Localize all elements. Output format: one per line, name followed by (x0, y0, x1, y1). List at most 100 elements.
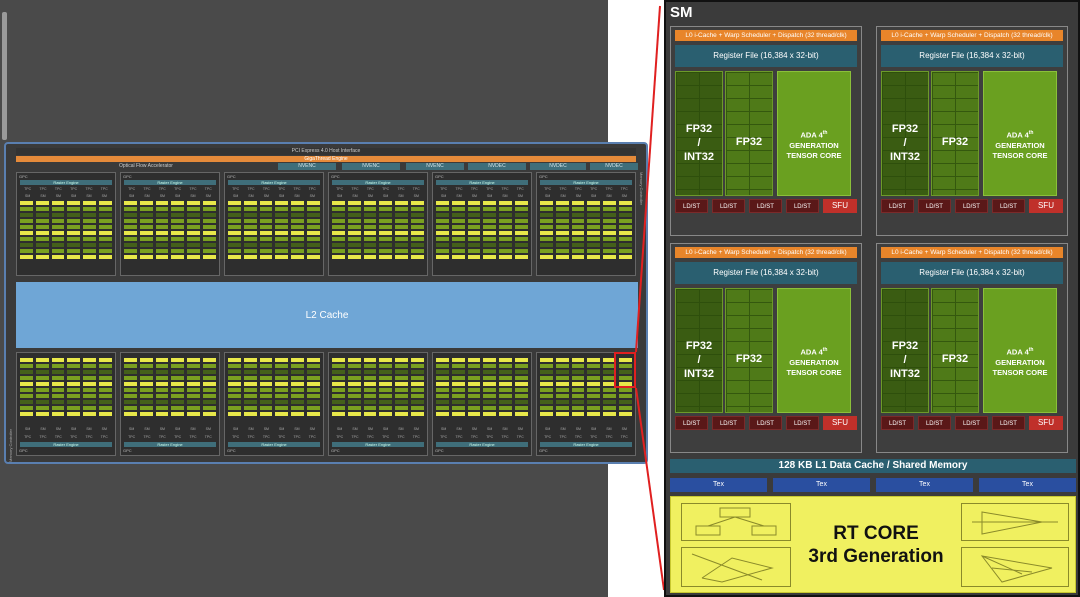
fp32-int32-label: FP32 / INT32 (676, 122, 722, 164)
ldst-unit: LD/ST (785, 416, 819, 430)
ldst-row: LD/ST LD/ST LD/ST LD/ST SFU (881, 199, 1064, 213)
fp32-unit: FP32 (931, 288, 979, 413)
tensor-core-label: ADA 4th GENERATION TENSOR CORE (984, 128, 1056, 161)
fp32-int32-unit: FP32 / INT32 (881, 71, 929, 196)
fp32-text: FP32 (685, 340, 713, 352)
core-grid (726, 72, 772, 195)
ldst-row: LD/ST LD/ST LD/ST LD/ST SFU (675, 199, 858, 213)
fp32-int32-unit: FP32 / INT32 (675, 288, 723, 413)
tensor-core: ADA 4th GENERATION TENSOR CORE (777, 288, 851, 413)
tex-unit: Tex (876, 478, 973, 492)
slash-text: / (903, 137, 907, 149)
sfu-unit: SFU (822, 416, 858, 430)
warp-scheduler: L0 i-Cache + Warp Scheduler + Dispatch (… (881, 30, 1063, 41)
tensor-gen-text: ADA 4 (800, 130, 823, 140)
tensor-gen-sup: th (1028, 347, 1034, 353)
fp32-int32-label: FP32 / INT32 (882, 339, 928, 381)
tensor-core: ADA 4th GENERATION TENSOR CORE (777, 71, 851, 196)
int32-text: INT32 (890, 368, 920, 380)
tensor-gen-text: ADA 4 (800, 347, 823, 357)
ldst-unit: LD/ST (675, 416, 708, 430)
int32-text: INT32 (684, 151, 714, 163)
tensor-core-text: TENSOR CORE (786, 367, 842, 377)
ldst-row: LD/ST LD/ST LD/ST LD/ST SFU (675, 416, 858, 430)
warp-scheduler: L0 i-Cache + Warp Scheduler + Dispatch (… (881, 247, 1063, 258)
zoom-line-top (635, 5, 661, 353)
rt-core: RT CORE 3rd Generation (670, 496, 1076, 593)
fp32-unit: FP32 (725, 71, 773, 196)
tensor-core-label: ADA 4th GENERATION TENSOR CORE (778, 128, 850, 161)
ldst-unit: LD/ST (675, 199, 708, 213)
tensor-core-label: ADA 4th GENERATION TENSOR CORE (984, 345, 1056, 378)
register-file: Register File (16,384 x 32-bit) (675, 45, 857, 67)
fp32-label: FP32 (735, 136, 763, 148)
tex-unit: Tex (979, 478, 1076, 492)
l1-cache: 128 KB L1 Data Cache / Shared Memory (670, 459, 1076, 473)
fp32-label: FP32 (941, 136, 969, 148)
rt-core-generation: 3rd Generation (808, 546, 944, 567)
tex-row: Tex Tex Tex Tex (670, 478, 1076, 492)
sm-partition: L0 i-Cache + Warp Scheduler + Dispatch (… (876, 243, 1068, 453)
tensor-gen-sup: th (1028, 130, 1034, 136)
rt-core-label: RT CORE 3rd Generation (791, 522, 961, 568)
ldst-unit: LD/ST (711, 416, 745, 430)
ldst-unit: LD/ST (881, 416, 914, 430)
tex-unit: Tex (773, 478, 870, 492)
tensor-gen-text: ADA 4 (1006, 347, 1029, 357)
sm-title: SM (670, 4, 693, 21)
core-grid (932, 289, 978, 412)
bvh-tree-icon (681, 503, 791, 541)
tensor-core-text: TENSOR CORE (786, 150, 842, 160)
sfu-unit: SFU (822, 199, 858, 213)
rt-core-title: RT CORE (833, 523, 919, 544)
slash-text: / (697, 137, 701, 149)
ldst-unit: LD/ST (711, 199, 745, 213)
tensor-gen-sup: th (822, 130, 828, 136)
ray-triangle-icon (681, 547, 791, 587)
fp32-label: FP32 (941, 353, 969, 365)
fp32-unit: FP32 (931, 71, 979, 196)
sm-detail: SM L0 i-Cache + Warp Scheduler + Dispatc… (664, 0, 1080, 597)
register-file: Register File (16,384 x 32-bit) (881, 262, 1063, 284)
sm-partition: L0 i-Cache + Warp Scheduler + Dispatch (… (670, 243, 862, 453)
ldst-unit: LD/ST (991, 416, 1025, 430)
fp32-text: FP32 (891, 123, 919, 135)
ldst-unit: LD/ST (954, 416, 988, 430)
tensor-core-label: ADA 4th GENERATION TENSOR CORE (778, 345, 850, 378)
triangle-intersection-icon (961, 547, 1069, 587)
ldst-unit: LD/ST (785, 199, 819, 213)
sm-partition: L0 i-Cache + Warp Scheduler + Dispatch (… (876, 26, 1068, 236)
ldst-unit: LD/ST (917, 416, 951, 430)
ldst-unit: LD/ST (881, 199, 914, 213)
fp32-text: FP32 (891, 340, 919, 352)
fp32-text: FP32 (685, 123, 713, 135)
fp32-label: FP32 (735, 353, 763, 365)
fp32-unit: FP32 (725, 288, 773, 413)
tensor-core: ADA 4th GENERATION TENSOR CORE (983, 288, 1057, 413)
slash-text: / (697, 354, 701, 366)
fp32-int32-label: FP32 / INT32 (676, 339, 722, 381)
tensor-generation-text: GENERATION (995, 357, 1045, 367)
box-intersection-icon (961, 503, 1069, 541)
tensor-generation-text: GENERATION (995, 140, 1045, 150)
ldst-unit: LD/ST (954, 199, 988, 213)
ldst-row: LD/ST LD/ST LD/ST LD/ST SFU (881, 416, 1064, 430)
sm-partition: L0 i-Cache + Warp Scheduler + Dispatch (… (670, 26, 862, 236)
zoom-line-bottom (635, 387, 665, 591)
ldst-unit: LD/ST (748, 199, 782, 213)
tensor-generation-text: GENERATION (789, 357, 839, 367)
int32-text: INT32 (684, 368, 714, 380)
fp32-int32-unit: FP32 / INT32 (675, 71, 723, 196)
tensor-core-text: TENSOR CORE (992, 150, 1048, 160)
ldst-unit: LD/ST (748, 416, 782, 430)
tensor-generation-text: GENERATION (789, 140, 839, 150)
slash-text: / (903, 354, 907, 366)
register-file: Register File (16,384 x 32-bit) (881, 45, 1063, 67)
warp-scheduler: L0 i-Cache + Warp Scheduler + Dispatch (… (675, 30, 857, 41)
register-file: Register File (16,384 x 32-bit) (675, 262, 857, 284)
tensor-gen-sup: th (822, 347, 828, 353)
tensor-core-text: TENSOR CORE (992, 367, 1048, 377)
core-grid (726, 289, 772, 412)
tensor-core: ADA 4th GENERATION TENSOR CORE (983, 71, 1057, 196)
fp32-int32-label: FP32 / INT32 (882, 122, 928, 164)
